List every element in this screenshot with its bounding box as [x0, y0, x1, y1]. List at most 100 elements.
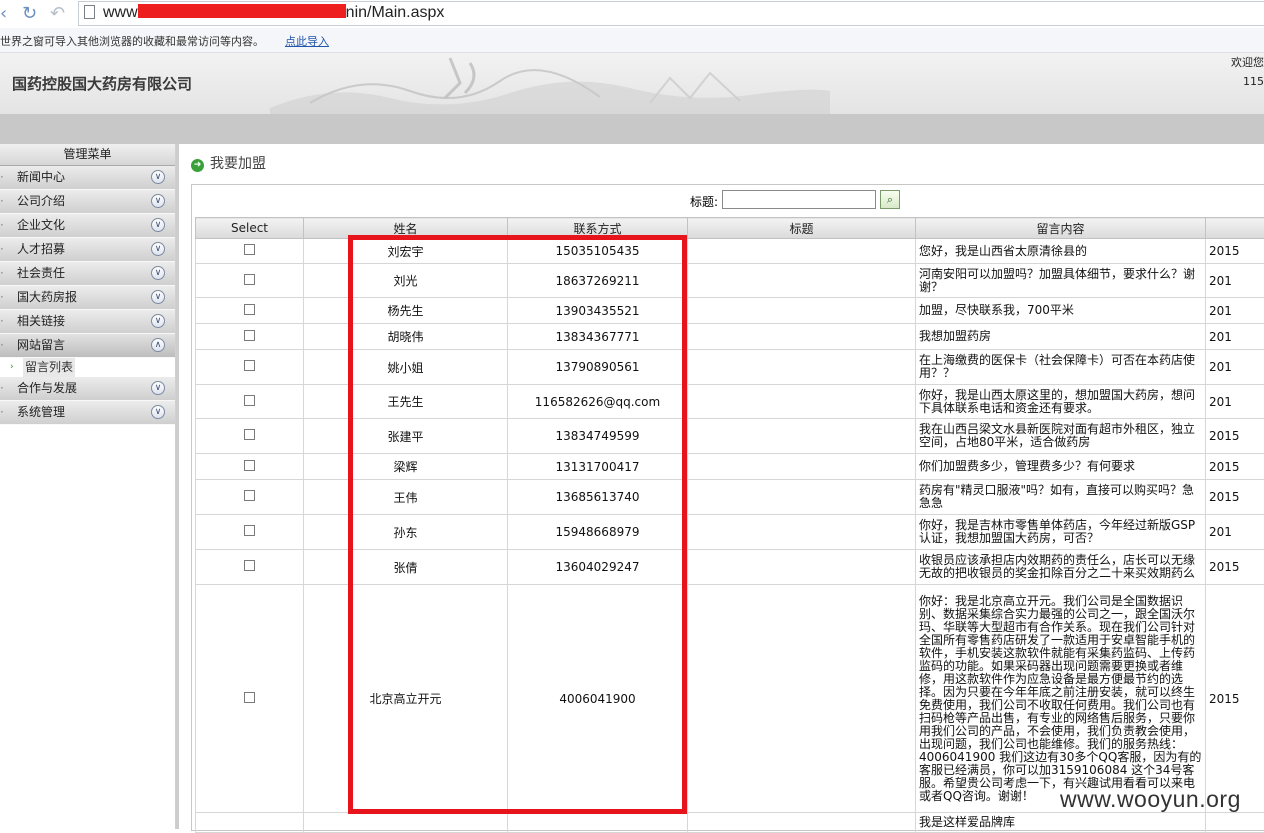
contact-cell — [508, 813, 688, 833]
row-checkbox[interactable] — [244, 274, 255, 285]
bullet-arrow-icon: › — [10, 358, 14, 377]
message-panel: 标题: ⌕ Select 姓名 联系方式 标题 留言内容 刘宏宇15035105… — [191, 184, 1264, 831]
message-cell: 您好，我是山西省太原清徐县的 — [916, 239, 1206, 264]
message-cell: 药房有"精灵口服液"吗？如有，直接可以购买吗？急急急 — [916, 480, 1206, 515]
select-cell — [196, 264, 304, 298]
sidebar-item-company[interactable]: ·公司介绍∨ — [0, 190, 175, 214]
chevron-down-icon: ∨ — [151, 314, 165, 328]
name-cell: 张建平 — [304, 419, 508, 454]
row-checkbox[interactable] — [244, 360, 255, 371]
site-header: 国药控股国大药房有限公司 欢迎您 115 — [0, 53, 1264, 114]
refresh-icon[interactable]: ↻ — [22, 3, 37, 25]
name-cell: 刘光 — [304, 264, 508, 298]
title-search-input[interactable] — [722, 190, 876, 209]
select-cell — [196, 324, 304, 350]
search-label: 标题: — [690, 193, 718, 210]
sidebar-item-messages[interactable]: ·网站留言∧ — [0, 334, 175, 358]
name-cell: 张倩 — [304, 550, 508, 585]
date-cell: 201 — [1206, 324, 1264, 350]
message-cell: 你们加盟费多少，管理费多少？有何要求 — [916, 454, 1206, 480]
name-cell: 北京高立开元 — [304, 585, 508, 813]
row-checkbox[interactable] — [244, 460, 255, 471]
sidebar-item-responsibility[interactable]: ·社会责任∨ — [0, 262, 175, 286]
date-cell: 2015 — [1206, 585, 1264, 813]
chevron-down-icon: ∨ — [151, 170, 165, 184]
row-checkbox[interactable] — [244, 525, 255, 536]
import-link[interactable]: 点此导入 — [285, 33, 329, 49]
title-cell — [688, 813, 916, 833]
select-cell — [196, 454, 304, 480]
sidebar-item-recruit[interactable]: ·人才招募∨ — [0, 238, 175, 262]
title-cell — [688, 585, 916, 813]
row-checkbox[interactable] — [244, 304, 255, 315]
date-cell: 2015 — [1206, 419, 1264, 454]
sidebar-item-newspaper[interactable]: ·国大药房报∨ — [0, 286, 175, 310]
undo-icon[interactable]: ↶ — [50, 3, 65, 25]
col-name: 姓名 — [304, 218, 508, 239]
row-checkbox[interactable] — [244, 692, 255, 703]
table-row: 王先生116582626@qq.com你好，我是山西太原这里的，想加盟国大药房，… — [196, 385, 1264, 419]
message-cell: 我是这样爱品牌库 — [916, 813, 1206, 833]
sidebar-item-cooperation[interactable]: ·合作与发展∨ — [0, 377, 175, 401]
date-cell: 2015 — [1206, 480, 1264, 515]
select-cell — [196, 515, 304, 550]
select-cell — [196, 385, 304, 419]
breadcrumb: ➜ 我要加盟 — [191, 153, 266, 173]
row-checkbox[interactable] — [244, 490, 255, 501]
search-button[interactable]: ⌕ — [880, 190, 900, 209]
table-row: 孙东15948668979你好，我是吉林市零售单体药店，今年经过新版GSP认证，… — [196, 515, 1264, 550]
table-row: 杨先生13903435521加盟，尽快联系我，700平米201 — [196, 298, 1264, 324]
table-row: 刘宏宇15035105435您好，我是山西省太原清徐县的2015 — [196, 239, 1264, 264]
url-redaction — [138, 4, 346, 18]
contact-cell: 13834749599 — [508, 419, 688, 454]
go-arrow-icon: ➜ — [191, 159, 204, 172]
select-cell — [196, 350, 304, 385]
address-bar[interactable]: wwwnin/Main.aspx — [78, 1, 1264, 26]
chevron-down-icon: ∨ — [151, 405, 165, 419]
title-cell — [688, 385, 916, 419]
sidebar-item-system[interactable]: ·系统管理∨ — [0, 401, 175, 425]
url-prefix: www — [103, 4, 138, 21]
select-cell — [196, 480, 304, 515]
table-row: 刘光18637269211河南安阳可以加盟吗？加盟具体细节，要求什么？谢谢？20… — [196, 264, 1264, 298]
contact-cell: 13131700417 — [508, 454, 688, 480]
chevron-down-icon: ∨ — [151, 381, 165, 395]
row-checkbox[interactable] — [244, 395, 255, 406]
select-cell — [196, 813, 304, 833]
sidebar: 管理菜单 ·新闻中心∨ ·公司介绍∨ ·企业文化∨ ·人才招募∨ ·社会责任∨ … — [0, 144, 176, 829]
main-content: ➜我要加盟 标题: ⌕ Select 姓名 联系方式 标题 留言内容 — [176, 144, 1264, 829]
sidebar-item-news[interactable]: ·新闻中心∨ — [0, 166, 175, 190]
row-checkbox[interactable] — [244, 244, 255, 255]
back-icon[interactable]: ‹ — [0, 3, 7, 25]
row-checkbox[interactable] — [244, 429, 255, 440]
date-cell: 201 — [1206, 298, 1264, 324]
message-cell: 你好：我是北京高立开元。我们公司是全国数据识别、数据采集综合实力最强的公司之一，… — [916, 585, 1206, 813]
table-row: 张建平13834749599我在山西吕梁文水县新医院对面有超市外租区，独立空间，… — [196, 419, 1264, 454]
row-checkbox[interactable] — [244, 560, 255, 571]
row-checkbox[interactable] — [244, 330, 255, 341]
name-cell — [304, 813, 508, 833]
submenu-message-list[interactable]: ›留言列表 — [0, 358, 175, 377]
contact-cell: 15948668979 — [508, 515, 688, 550]
sidebar-item-culture[interactable]: ·企业文化∨ — [0, 214, 175, 238]
message-cell: 我想加盟药房 — [916, 324, 1206, 350]
chevron-up-icon: ∧ — [151, 338, 165, 352]
col-contact: 联系方式 — [508, 218, 688, 239]
col-message: 留言内容 — [916, 218, 1206, 239]
page-title: 我要加盟 — [210, 156, 266, 172]
chevron-down-icon: ∨ — [151, 194, 165, 208]
table-row: 梁辉13131700417你们加盟费多少，管理费多少？有何要求2015 — [196, 454, 1264, 480]
contact-cell: 13834367771 — [508, 324, 688, 350]
contact-cell: 13604029247 — [508, 550, 688, 585]
sidebar-item-links[interactable]: ·相关链接∨ — [0, 310, 175, 334]
message-cell: 加盟，尽快联系我，700平米 — [916, 298, 1206, 324]
title-cell — [688, 480, 916, 515]
browser-toolbar: ‹ ↻ ↶ wwwnin/Main.aspx — [0, 0, 1264, 28]
message-cell: 收银员应该承担店内效期药的责任么，店长可以无缘无故的把收银员的奖金扣除百分之二十… — [916, 550, 1206, 585]
date-cell: 2015 — [1206, 454, 1264, 480]
title-cell — [688, 350, 916, 385]
col-title: 标题 — [688, 218, 916, 239]
chevron-down-icon: ∨ — [151, 242, 165, 256]
chevron-down-icon: ∨ — [151, 218, 165, 232]
name-cell: 孙东 — [304, 515, 508, 550]
